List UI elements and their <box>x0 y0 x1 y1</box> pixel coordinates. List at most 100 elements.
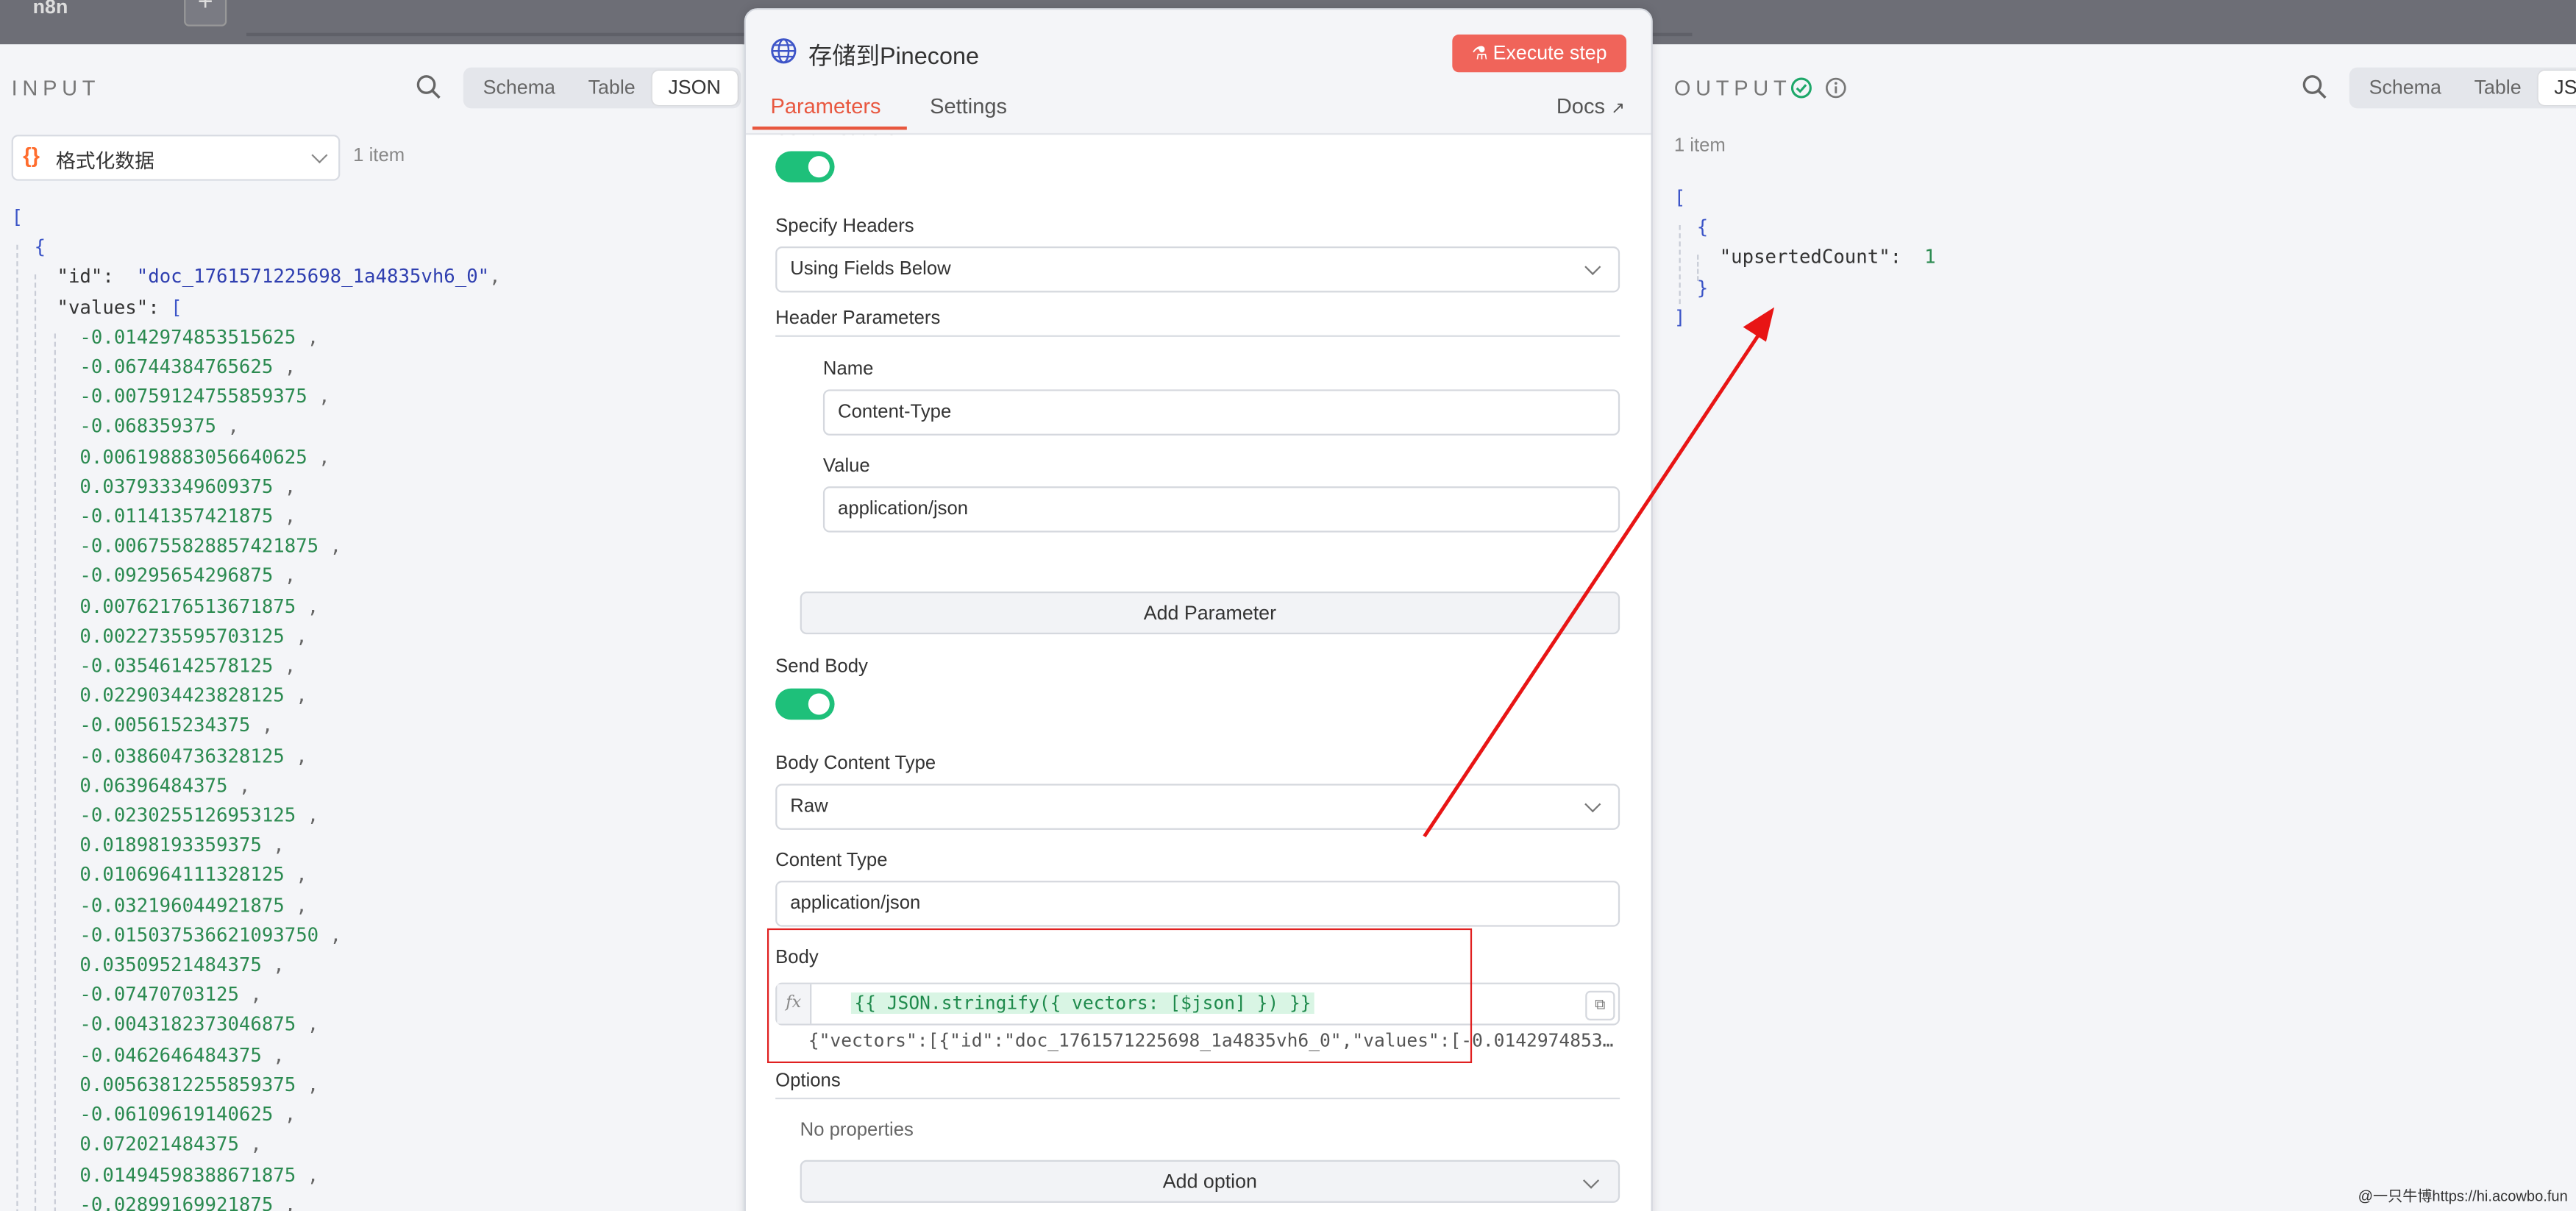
json-array-value: 0.00762176513671875 <box>79 594 296 617</box>
send-body-toggle[interactable] <box>775 688 835 720</box>
json-array-value: 0.06396484375 <box>79 773 228 797</box>
json-array-value: 0.0022735595703125 <box>79 624 285 647</box>
json-array-value: -0.032196044921875 <box>79 893 285 917</box>
json-value-id: "doc_1761571225698_1a4835vh6_0" <box>136 265 490 288</box>
input-view-switcher: Schema Table JSON <box>463 67 741 109</box>
specify-headers-value: Using Fields Below <box>790 259 951 280</box>
json-array-value: -0.00759124755859375 <box>79 385 307 408</box>
json-array-value: 0.006198883056640625 <box>79 444 307 468</box>
send-headers-toggle[interactable] <box>775 151 835 182</box>
json-array-value: 0.03509521484375 <box>79 953 262 976</box>
watermark: @一只牛博https://hi.acowbo.fun <box>2358 1187 2568 1205</box>
chevron-down-icon <box>311 147 328 164</box>
json-key-id: "id": <box>57 265 114 288</box>
execute-step-button[interactable]: ⚗ Execute step <box>1452 34 1627 73</box>
json-array-value: -0.015037536621093750 <box>79 923 319 947</box>
tab-settings[interactable]: Settings <box>930 93 1007 118</box>
tab-table[interactable]: Table <box>2458 71 2538 105</box>
add-option-button[interactable]: Add option <box>800 1159 1620 1203</box>
tab-json[interactable]: JS <box>2537 71 2576 105</box>
n8n-editor: n8n + INPUT Schema Table JSON {} 格式化数据 1… <box>0 0 2576 1211</box>
docs-link-label: Docs <box>1556 93 1605 118</box>
json-array-value: -0.0230255126953125 <box>79 803 296 827</box>
json-key-upsertedcount: "upsertedCount": <box>1719 245 1902 269</box>
options-label: Options <box>775 1071 841 1091</box>
add-parameter-button[interactable]: Add Parameter <box>800 592 1620 635</box>
flask-icon: ⚗ <box>1471 44 1493 65</box>
modal-header: 存储到Pinecone ⚗ Execute step Parameters Se… <box>745 10 1651 135</box>
json-array-value: 0.0106964111328125 <box>79 863 285 887</box>
json-array-value: -0.01141357421875 <box>79 504 274 528</box>
tab-parameters[interactable]: Parameters <box>770 93 880 118</box>
json-braces-icon: {} <box>23 143 40 168</box>
chevron-down-icon <box>1584 258 1601 275</box>
node-select-value: 格式化数据 <box>55 149 154 173</box>
header-value-label: Value <box>822 456 870 477</box>
json-array-value: 0.01494598388671875 <box>79 1162 296 1186</box>
json-array-value: 0.0229034423828125 <box>79 683 285 707</box>
json-array-value: -0.06109619140625 <box>79 1102 274 1126</box>
globe-icon <box>771 38 797 64</box>
info-icon[interactable] <box>1825 77 1846 99</box>
json-array-value: 0.037933349609375 <box>79 475 274 498</box>
json-array-value: -0.0043182373046875 <box>79 1012 296 1037</box>
active-tab-indicator <box>752 126 907 130</box>
output-item-count: 1 item <box>1673 136 1726 157</box>
input-panel: INPUT Schema Table JSON {} 格式化数据 1 item … <box>0 44 743 1211</box>
json-array-value: 0.072021484375 <box>79 1132 239 1156</box>
json-array-value: 0.00563812255859375 <box>79 1073 296 1096</box>
success-check-icon <box>1790 77 1812 99</box>
json-value-upsertedcount: 1 <box>1924 245 1936 269</box>
tab-schema[interactable]: Schema <box>2352 71 2458 105</box>
output-view-switcher: Schema Table JS <box>2349 67 2576 109</box>
add-option-label: Add option <box>1162 1170 1257 1193</box>
json-key-values: "values": <box>57 295 160 319</box>
json-array-value: -0.006755828857421875 <box>79 534 319 558</box>
send-body-label: Send Body <box>775 657 868 678</box>
search-icon[interactable] <box>2302 74 2328 101</box>
body-content-type-select[interactable]: Raw <box>775 784 1620 830</box>
add-tab-button[interactable]: + <box>184 0 227 26</box>
docs-link[interactable]: Docs ↗ <box>1556 93 1625 118</box>
output-json-view: [ { "upsertedCount": 1 } ] <box>1673 185 1936 329</box>
node-title: 存储到Pinecone <box>808 44 980 71</box>
content-type-input[interactable]: application/json <box>775 881 1620 927</box>
tab-schema[interactable]: Schema <box>466 71 572 105</box>
header-value-input[interactable]: application/json <box>822 486 1620 533</box>
execute-step-label: Execute step <box>1492 40 1607 65</box>
header-name-label: Name <box>822 360 874 380</box>
body-content-type-value: Raw <box>790 797 828 817</box>
json-array-value: -0.038604736328125 <box>79 743 285 767</box>
json-array-value: -0.02899169921875 <box>79 1192 274 1211</box>
json-array-value: 0.01898193359375 <box>79 833 262 857</box>
external-link-icon: ↗ <box>1611 100 1625 118</box>
body-content-type-label: Body Content Type <box>775 754 936 774</box>
input-title: INPUT <box>11 75 101 101</box>
json-array-value: -0.03546142578125 <box>79 653 274 678</box>
chevron-down-icon <box>1584 796 1601 813</box>
tab-json[interactable]: JSON <box>652 71 738 105</box>
header-parameters-label: Header Parameters <box>775 308 941 329</box>
input-item-count: 1 item <box>353 146 405 166</box>
expand-icon[interactable]: ⧉ <box>1585 990 1615 1020</box>
tab-table[interactable]: Table <box>572 71 652 105</box>
input-node-select[interactable]: {} 格式化数据 <box>11 135 341 181</box>
json-array-value: -0.0142974853515625 <box>79 324 296 349</box>
json-array-value: -0.06744384765625 <box>79 355 274 378</box>
content-type-label: Content Type <box>775 850 888 871</box>
header-name-input[interactable]: Content-Type <box>822 389 1620 436</box>
search-icon[interactable] <box>416 74 442 101</box>
output-panel: OUTPUT Schema Table JS 1 item [ { "upser… <box>1649 44 2576 1211</box>
json-array-value: -0.07470703125 <box>79 983 239 1006</box>
specify-headers-select[interactable]: Using Fields Below <box>775 246 1620 293</box>
json-array-value: -0.068359375 <box>79 414 217 438</box>
app-logo: n8n <box>32 0 68 18</box>
specify-headers-label: Specify Headers <box>775 216 914 237</box>
input-json-view: [ { "id": "doc_1761571225698_1a4835vh6_0… <box>12 202 501 1211</box>
json-array-value: -0.005615234375 <box>79 714 251 737</box>
json-array-value: -0.09295654296875 <box>79 564 274 588</box>
body-highlight-box <box>766 928 1473 1064</box>
no-properties-text: No properties <box>800 1121 914 1140</box>
json-array-value: -0.0462646484375 <box>79 1043 262 1066</box>
chevron-down-icon <box>1582 1172 1600 1189</box>
